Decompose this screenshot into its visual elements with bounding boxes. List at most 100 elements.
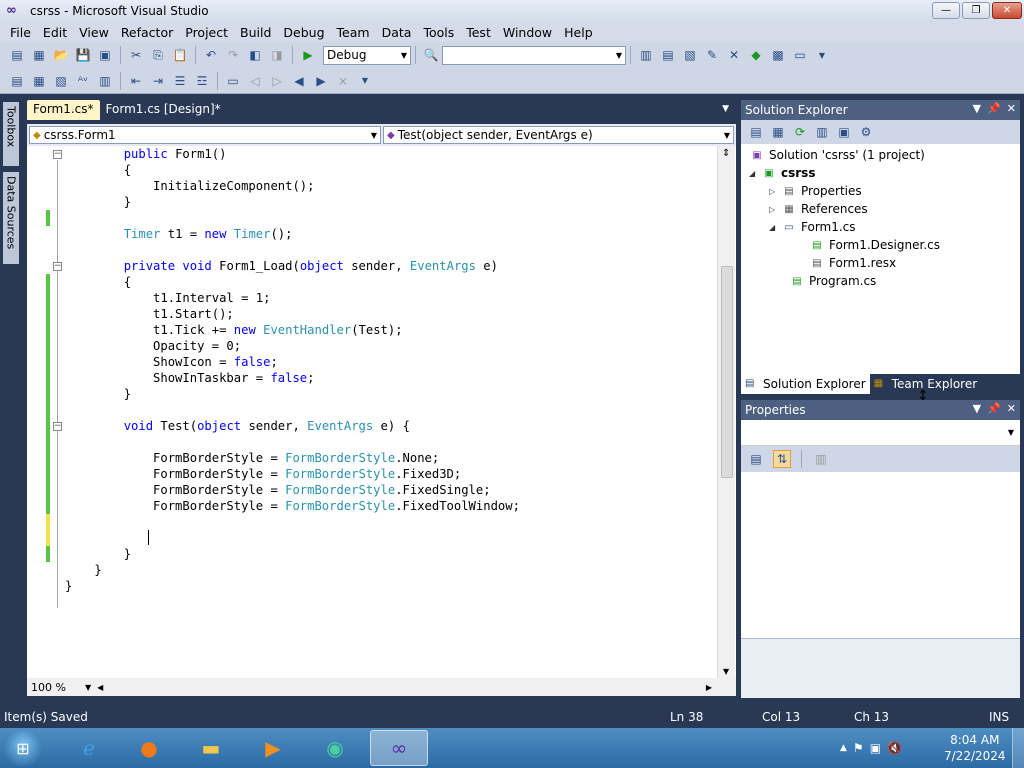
- menu-tools[interactable]: Tools: [417, 25, 460, 40]
- tree-item-project[interactable]: ◢ ▣ csrss: [749, 164, 815, 182]
- menu-window[interactable]: Window: [497, 25, 558, 40]
- tab-form1-cs[interactable]: Form1.cs*: [27, 100, 100, 120]
- close-icon[interactable]: ✕: [1007, 402, 1016, 415]
- comment-icon[interactable]: ☰: [171, 72, 189, 90]
- editor-vertical-scrollbar[interactable]: ⇕ ▼: [717, 146, 735, 678]
- show-desktop-button[interactable]: [1012, 728, 1024, 768]
- tab-form1-design[interactable]: Form1.cs [Design]*: [100, 100, 227, 120]
- pin-icon[interactable]: 📌: [987, 402, 1001, 415]
- file-explorer-icon[interactable]: ▬: [184, 730, 238, 766]
- active-files-dropdown-icon[interactable]: ▼: [722, 104, 729, 114]
- undo-icon[interactable]: ↶: [202, 46, 220, 64]
- menu-file[interactable]: File: [4, 25, 37, 40]
- categorized-icon[interactable]: ▤: [747, 450, 765, 468]
- clear-bookmarks-icon[interactable]: ⨯: [334, 72, 352, 90]
- configuration-select[interactable]: Debug ▼: [323, 45, 411, 65]
- tree-item-solution[interactable]: ▣ Solution 'csrss' (1 project): [749, 146, 925, 164]
- data-sources-tab[interactable]: Data Sources: [3, 172, 19, 264]
- member-list-icon[interactable]: ▤: [8, 72, 26, 90]
- next-bookmark-folder-icon[interactable]: ▶: [312, 72, 330, 90]
- new-project-icon[interactable]: ▤: [8, 46, 26, 64]
- toolbox-tab[interactable]: Toolbox: [3, 102, 19, 166]
- property-pages-icon[interactable]: ▥: [812, 450, 830, 468]
- scrollbar-thumb[interactable]: [721, 266, 733, 478]
- previous-bookmark-icon[interactable]: ◁: [246, 72, 264, 90]
- menu-data[interactable]: Data: [376, 25, 418, 40]
- collapsed-arrow-icon[interactable]: ▷: [769, 205, 781, 214]
- show-all-files-icon[interactable]: ▦: [769, 123, 787, 141]
- scroll-right-icon[interactable]: ▶: [706, 683, 712, 692]
- navigate-backward-icon[interactable]: ◧: [246, 46, 264, 64]
- menu-project[interactable]: Project: [179, 25, 234, 40]
- quick-info-icon[interactable]: ▧: [52, 72, 70, 90]
- split-window-icon[interactable]: ⇕: [722, 148, 730, 159]
- paste-icon[interactable]: 📋: [171, 46, 189, 64]
- collapse-icon[interactable]: −: [53, 422, 62, 431]
- member-combo[interactable]: ◆ Test(object sender, EventArgs e) ▼: [383, 126, 734, 144]
- minimize-icon[interactable]: —: [932, 2, 960, 19]
- clock[interactable]: 8:04 AM 7/22/2024: [944, 732, 1006, 764]
- show-hidden-icons-icon[interactable]: ▲: [840, 743, 847, 753]
- restore-icon[interactable]: ❐: [962, 2, 990, 19]
- tree-item-form1[interactable]: ◢ ▭ Form1.cs: [769, 218, 856, 236]
- object-browser-icon[interactable]: ▧: [681, 46, 699, 64]
- expanded-arrow-icon[interactable]: ◢: [769, 223, 781, 232]
- zoom-level[interactable]: 100 %: [27, 681, 85, 694]
- tree-item-references[interactable]: ▷ ▦ References: [769, 200, 868, 218]
- find-combo[interactable]: ▼: [442, 45, 626, 65]
- toolbar-options-icon[interactable]: ▼: [356, 72, 374, 90]
- parameter-info-icon[interactable]: ▦: [30, 72, 48, 90]
- redo-icon[interactable]: ↷: [224, 46, 242, 64]
- toolbar-options-icon[interactable]: ▼: [813, 46, 831, 64]
- firefox-icon[interactable]: ●: [122, 730, 176, 766]
- display-word-icon[interactable]: ▥: [96, 72, 114, 90]
- tree-item-form1-resx[interactable]: ▤ Form1.resx: [809, 254, 896, 272]
- open-file-icon[interactable]: 📂: [52, 46, 70, 64]
- close-icon[interactable]: ✕: [1007, 102, 1016, 115]
- menu-debug[interactable]: Debug: [277, 25, 330, 40]
- complete-word-icon[interactable]: ᴬᵛ: [74, 72, 92, 90]
- menu-test[interactable]: Test: [460, 25, 497, 40]
- media-player-icon[interactable]: ▶: [246, 730, 300, 766]
- code-editor[interactable]: − − − public Form1() { InitializeCompone…: [27, 146, 736, 678]
- add-item-icon[interactable]: ▦: [30, 46, 48, 64]
- copy-icon[interactable]: ⎘: [149, 46, 167, 64]
- view-designer-icon[interactable]: ▣: [835, 123, 853, 141]
- find-in-files-icon[interactable]: 🔍: [422, 46, 440, 64]
- menu-help[interactable]: Help: [558, 25, 599, 40]
- collapse-icon[interactable]: −: [53, 262, 62, 271]
- command-window-icon[interactable]: ▭: [791, 46, 809, 64]
- navigate-forward-icon[interactable]: ◨: [268, 46, 286, 64]
- zoom-dropdown-icon[interactable]: ▼: [85, 683, 91, 692]
- collapse-icon[interactable]: −: [53, 150, 62, 159]
- tab-solution-explorer[interactable]: ▤ Solution Explorer: [741, 374, 870, 394]
- toolbox-icon[interactable]: ✎: [703, 46, 721, 64]
- uncomment-icon[interactable]: ☲: [193, 72, 211, 90]
- tree-item-properties[interactable]: ▷ ▤ Properties: [769, 182, 862, 200]
- action-center-icon[interactable]: ⚑: [853, 741, 864, 755]
- pin-icon[interactable]: 📌: [987, 102, 1001, 115]
- start-page-icon[interactable]: ◆: [747, 46, 765, 64]
- next-bookmark-icon[interactable]: ▷: [268, 72, 286, 90]
- scroll-left-icon[interactable]: ◀: [97, 683, 103, 692]
- solution-explorer-icon[interactable]: ▥: [637, 46, 655, 64]
- properties-icon[interactable]: ▤: [747, 123, 765, 141]
- tree-item-form1-designer[interactable]: ▤ Form1.Designer.cs: [809, 236, 940, 254]
- menu-edit[interactable]: Edit: [37, 25, 73, 40]
- alphabetical-icon[interactable]: ⇅: [773, 450, 791, 468]
- collapsed-arrow-icon[interactable]: ▷: [769, 187, 781, 196]
- menu-refactor[interactable]: Refactor: [115, 25, 179, 40]
- save-all-icon[interactable]: ▣: [96, 46, 114, 64]
- properties-grid[interactable]: [741, 472, 1020, 638]
- visual-studio-taskbar-icon[interactable]: ∞: [370, 730, 428, 766]
- increase-indent-icon[interactable]: ⇥: [149, 72, 167, 90]
- chat-app-icon[interactable]: ◉: [308, 730, 362, 766]
- previous-bookmark-folder-icon[interactable]: ◀: [290, 72, 308, 90]
- save-icon[interactable]: 💾: [74, 46, 92, 64]
- start-button[interactable]: ⊞: [4, 730, 42, 766]
- decrease-indent-icon[interactable]: ⇤: [127, 72, 145, 90]
- menu-team[interactable]: Team: [331, 25, 376, 40]
- properties-object-select[interactable]: ▼: [741, 420, 1020, 446]
- class-combo[interactable]: ◆ csrss.Form1 ▼: [29, 126, 381, 144]
- refresh-icon[interactable]: ⟳: [791, 123, 809, 141]
